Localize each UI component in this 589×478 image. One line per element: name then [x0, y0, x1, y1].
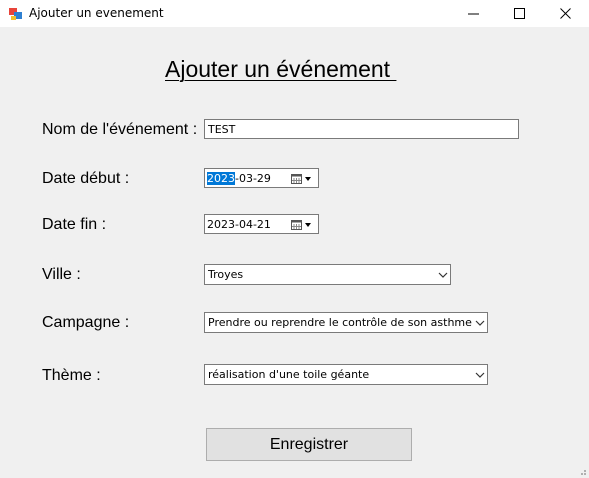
close-button[interactable]: [543, 0, 589, 27]
chevron-down-icon: [475, 372, 485, 378]
campaign-label: Campagne :: [42, 314, 130, 331]
window-title: Ajouter un evenement: [29, 6, 164, 20]
chevron-down-icon: [475, 320, 485, 326]
start-date-rest: -03-29: [235, 172, 271, 185]
app-icon: [9, 8, 22, 20]
end-date-label: Date fin :: [42, 216, 107, 233]
maximize-button[interactable]: [497, 0, 543, 27]
theme-label: Thème :: [42, 367, 101, 384]
city-select[interactable]: Troyes: [204, 264, 451, 285]
page-title: Ajouter un événement: [165, 56, 397, 82]
title-bar: Ajouter un evenement: [0, 0, 589, 27]
start-date-selected-part: 2023: [207, 172, 235, 185]
city-select-value: Troyes: [208, 268, 244, 281]
minimize-button[interactable]: [451, 0, 497, 27]
close-icon: [560, 8, 571, 19]
campaign-select-value: Prendre ou reprendre le contrôle de son …: [208, 316, 472, 329]
end-date-picker[interactable]: 2023-04-21: [204, 214, 319, 234]
end-date-value: 2023-04-21: [207, 218, 271, 231]
start-date-picker[interactable]: 2023-03-29: [204, 168, 319, 188]
name-input[interactable]: TEST: [204, 119, 519, 139]
start-date-label: Date début :: [42, 170, 130, 187]
save-button[interactable]: Enregistrer: [206, 428, 412, 461]
chevron-down-icon: [438, 272, 448, 278]
resize-grip-icon[interactable]: [577, 466, 587, 476]
city-label: Ville :: [42, 266, 81, 283]
theme-select[interactable]: réalisation d'une toile géante: [204, 364, 488, 385]
name-input-value: TEST: [208, 123, 236, 136]
maximize-icon: [514, 8, 525, 19]
name-label: Nom de l'événement :: [42, 121, 198, 138]
calendar-dropdown-icon[interactable]: [290, 219, 316, 231]
minimize-icon: [468, 13, 479, 15]
campaign-select[interactable]: Prendre ou reprendre le contrôle de son …: [204, 312, 488, 333]
calendar-dropdown-icon[interactable]: [290, 173, 316, 185]
theme-select-value: réalisation d'une toile géante: [208, 368, 370, 381]
